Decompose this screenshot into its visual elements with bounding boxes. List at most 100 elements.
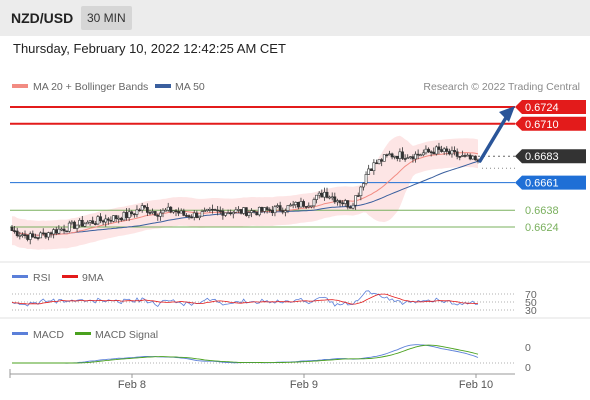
candle-body bbox=[195, 212, 199, 219]
candle-body bbox=[268, 209, 272, 211]
candle-body bbox=[237, 209, 240, 211]
candle-body bbox=[450, 150, 454, 155]
candle-body bbox=[281, 210, 285, 213]
candle-body bbox=[393, 155, 397, 158]
candle-body bbox=[263, 207, 266, 212]
candle-body bbox=[307, 205, 311, 208]
candle-body bbox=[198, 215, 201, 219]
candle-body bbox=[473, 155, 477, 161]
macd-signal-line bbox=[12, 344, 479, 364]
candle-body bbox=[440, 149, 443, 152]
candle-body bbox=[286, 205, 290, 212]
candle-body bbox=[377, 159, 381, 164]
candle-body bbox=[388, 153, 391, 156]
candle-body bbox=[166, 206, 170, 211]
candle-body bbox=[362, 183, 365, 188]
legend-label-macd-signal: MACD Signal bbox=[95, 329, 158, 341]
candle-body bbox=[177, 211, 181, 214]
candle-body bbox=[349, 206, 352, 209]
candle-body bbox=[221, 210, 225, 216]
candle-body bbox=[458, 156, 462, 158]
candle-body bbox=[315, 194, 318, 200]
candle-body bbox=[328, 196, 332, 199]
forecast-arrow-head bbox=[499, 106, 515, 122]
macd-axis-label: 0 bbox=[525, 342, 531, 354]
candle-body bbox=[156, 214, 160, 217]
candle-body bbox=[78, 219, 82, 226]
rsi-ma-line bbox=[11, 293, 479, 305]
candle-body bbox=[354, 195, 358, 206]
candle-body bbox=[296, 201, 300, 208]
candle-body bbox=[26, 234, 30, 240]
level-label-price: 0.6683 bbox=[525, 151, 559, 163]
candle-body bbox=[130, 211, 134, 215]
candle-body bbox=[427, 148, 430, 153]
candle-body bbox=[273, 206, 277, 214]
candle-body bbox=[91, 220, 95, 224]
legend-swatch-macd-signal bbox=[75, 332, 91, 335]
candle-body bbox=[411, 156, 415, 160]
candle-body bbox=[109, 219, 113, 222]
candle-body bbox=[138, 209, 141, 212]
level-label-support: 0.6624 bbox=[525, 222, 559, 234]
chart-area: MA 20 + Bollinger Bands MA 50 Research ©… bbox=[0, 81, 590, 391]
rsi-level-label: 30 bbox=[525, 305, 537, 317]
candle-body bbox=[83, 223, 87, 227]
candle-body bbox=[463, 155, 467, 157]
candle-body bbox=[242, 207, 246, 214]
candle-body bbox=[112, 215, 115, 222]
candle-body bbox=[395, 155, 399, 159]
candle-body bbox=[226, 212, 230, 214]
candle-body bbox=[114, 215, 118, 219]
candle-body bbox=[247, 212, 251, 216]
candle-body bbox=[442, 148, 446, 152]
bollinger-bands bbox=[12, 135, 478, 250]
candle-body bbox=[161, 209, 165, 214]
level-label-pivot: 0.6661 bbox=[525, 178, 559, 190]
candle-body bbox=[330, 196, 334, 199]
candle-body bbox=[372, 162, 376, 171]
candle-body bbox=[101, 220, 105, 223]
candle-body bbox=[211, 208, 214, 211]
candle-body bbox=[419, 154, 423, 157]
candle-body bbox=[299, 201, 303, 208]
rsi-panel: RSI 9MA 705030 bbox=[11, 272, 537, 317]
candle-body bbox=[216, 209, 220, 212]
candle-body bbox=[182, 210, 186, 216]
candle-body bbox=[325, 191, 329, 198]
candle-body bbox=[28, 233, 32, 240]
candle-body bbox=[10, 226, 14, 231]
legend-swatch-rsi bbox=[12, 275, 28, 278]
candle-body bbox=[356, 195, 360, 197]
candle-body bbox=[164, 209, 167, 212]
candle-body bbox=[13, 230, 17, 232]
legend-swatch-ma50 bbox=[155, 84, 171, 88]
level-label-resistance: 0.6724 bbox=[525, 102, 559, 114]
candle-body bbox=[369, 168, 373, 171]
candle-body bbox=[208, 208, 212, 211]
candle-body bbox=[255, 211, 259, 216]
candle-body bbox=[302, 201, 305, 207]
candle-body bbox=[447, 151, 451, 155]
candle-body bbox=[336, 200, 339, 203]
candle-body bbox=[143, 205, 147, 208]
candle-body bbox=[96, 216, 100, 225]
candle-body bbox=[145, 207, 149, 213]
legend-swatch-ma20 bbox=[12, 84, 28, 88]
candle-body bbox=[158, 212, 162, 217]
candle-body bbox=[424, 148, 428, 154]
candle-body bbox=[403, 158, 407, 160]
candle-body bbox=[62, 228, 66, 232]
candle-body bbox=[309, 205, 313, 208]
candle-body bbox=[200, 211, 204, 217]
candle-body bbox=[132, 213, 136, 216]
candle-body bbox=[117, 217, 121, 220]
candle-body bbox=[432, 151, 436, 155]
candle-body bbox=[453, 150, 456, 153]
candle-body bbox=[192, 212, 196, 218]
candle-body bbox=[406, 157, 410, 159]
candle-body bbox=[471, 155, 475, 160]
candle-body bbox=[47, 232, 50, 238]
candle-body bbox=[187, 215, 191, 218]
candle-body bbox=[364, 174, 368, 184]
